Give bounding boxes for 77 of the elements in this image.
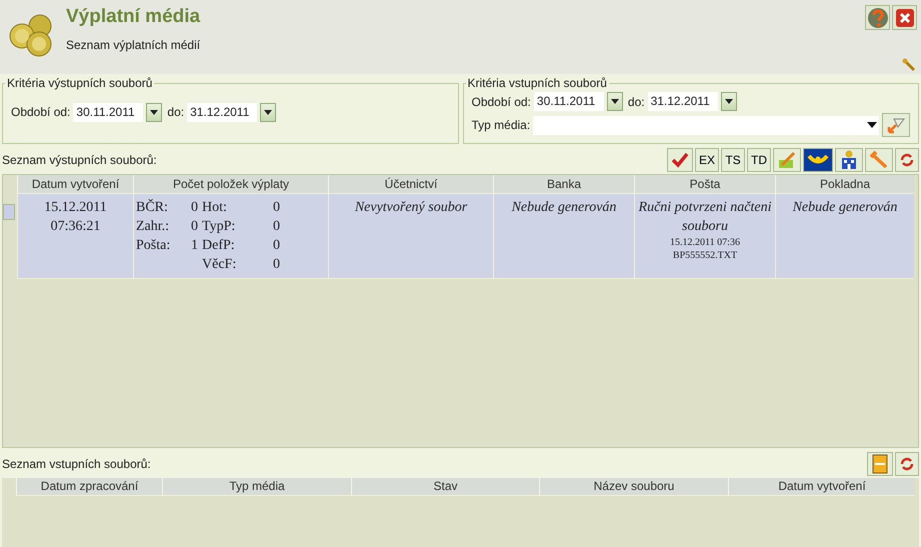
date-text: 07:36:21: [50, 218, 102, 236]
page-subtitle: Seznam výplatních médií: [66, 38, 200, 52]
column-header[interactable]: Název souboru: [539, 478, 728, 496]
dropdown-button[interactable]: [146, 102, 162, 122]
date-field[interactable]: 31.12.2011: [187, 102, 258, 122]
caret-icon: [867, 122, 877, 128]
count-value: 0: [272, 256, 280, 274]
refresh-icon: [899, 152, 915, 168]
column-header[interactable]: Účetnictví: [328, 175, 493, 194]
status-text: Nebude generován: [510, 199, 618, 217]
date-field[interactable]: 30.11.2011: [534, 92, 604, 111]
column-header[interactable]: Datum zpracování: [16, 478, 162, 496]
caret-icon: [724, 99, 733, 104]
dropdown-button[interactable]: [606, 92, 623, 111]
column-header[interactable]: Počet položek výplaty: [133, 175, 328, 194]
field-label: Období od:: [11, 105, 70, 119]
count-label: VěcF:: [202, 256, 238, 274]
section-label: Seznam vstupních souborů:: [2, 457, 151, 471]
date-field[interactable]: 30.11.2011: [73, 102, 144, 122]
count-label: TypP:: [202, 218, 236, 236]
status-text: Nebude generován: [792, 199, 898, 217]
column-header[interactable]: Typ média: [162, 478, 351, 496]
count-value: 0: [272, 218, 280, 236]
status-text: Nevytvořený soubor: [354, 199, 468, 217]
page-title: Výplatní média: [66, 6, 200, 28]
column-header[interactable]: Pokladna: [775, 175, 914, 194]
panel-legend: Kritéria vstupních souborů: [466, 76, 609, 90]
toolbar-button[interactable]: TS: [721, 148, 745, 172]
help-button[interactable]: [865, 5, 890, 30]
wrench-icon: [869, 150, 889, 170]
caret-icon: [610, 99, 619, 104]
toolbar-button[interactable]: TD: [747, 148, 771, 172]
field-label: Období od:: [472, 94, 531, 108]
post-horn-button[interactable]: [803, 148, 833, 172]
field-label: do:: [167, 105, 184, 119]
date-text: 15.12.2011: [43, 199, 108, 217]
column-header[interactable]: Pošta: [634, 175, 775, 194]
count-value: 1: [190, 237, 198, 255]
refresh-button[interactable]: [895, 452, 919, 476]
check-button[interactable]: [666, 148, 693, 172]
count-value: 0: [272, 199, 280, 217]
toolbar-button[interactable]: EX: [694, 148, 719, 172]
filter-button[interactable]: [882, 113, 910, 137]
count-label: DefP:: [202, 237, 236, 255]
caret-icon: [150, 110, 158, 114]
count-label: Hot:: [202, 199, 228, 217]
count-label: Zahr.:: [136, 218, 170, 236]
column-header[interactable]: Datum vytvoření: [17, 175, 133, 194]
file-detail: BP555552.TXT: [672, 249, 738, 262]
column-header[interactable]: Datum vytvoření: [728, 478, 915, 496]
count-label: BČR:: [136, 198, 169, 217]
field-label: do:: [628, 94, 645, 108]
building-icon: [839, 150, 859, 170]
save-button[interactable]: [867, 452, 893, 476]
field-label: Typ média:: [472, 118, 530, 132]
dropdown-button[interactable]: [260, 102, 276, 122]
panel-legend: Kritéria výstupních souborů: [5, 76, 154, 90]
status-text: Ručni potvrzeni načteni souboru: [638, 199, 772, 236]
close-button[interactable]: [892, 5, 917, 30]
section-label: Seznam výstupních souborů:: [2, 153, 157, 167]
column-header[interactable]: Banka: [493, 175, 634, 194]
refresh-button[interactable]: [895, 148, 919, 172]
pen-icon: [777, 150, 797, 170]
date-field[interactable]: 31.12.2011: [648, 92, 718, 111]
count-value: 0: [272, 237, 280, 255]
check-icon: [670, 151, 689, 169]
wrench-icon[interactable]: [902, 58, 916, 72]
caret-icon: [264, 110, 272, 114]
file-detail: 15.12.2011 07:36: [669, 236, 741, 249]
column-header[interactable]: Stav: [351, 478, 539, 496]
count-label: Pošta:: [136, 237, 172, 255]
refresh-icon: [899, 456, 915, 472]
save-icon: [871, 454, 889, 474]
count-value: 0: [190, 218, 198, 236]
building-button[interactable]: [835, 148, 863, 172]
dropdown-button[interactable]: [720, 92, 737, 111]
count-value: 0: [190, 199, 198, 217]
